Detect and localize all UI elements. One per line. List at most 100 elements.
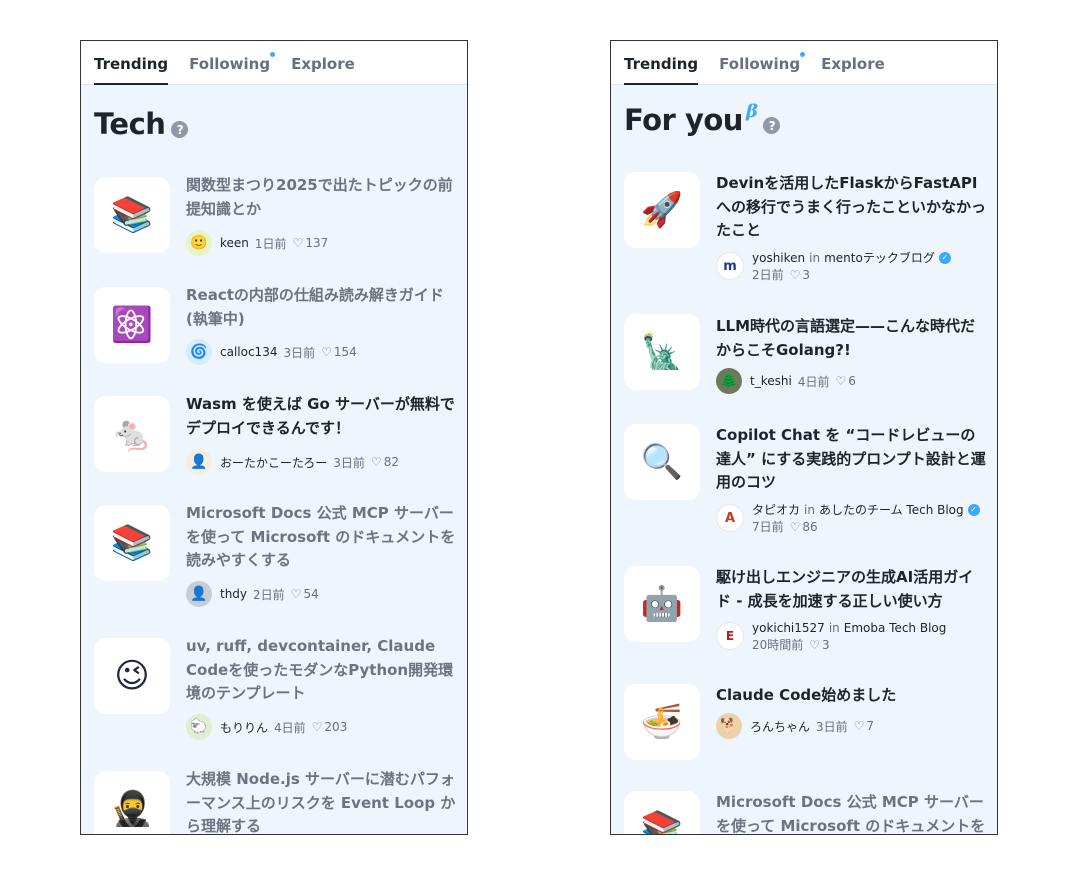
article-meta: E yokichi1527 in Emoba Tech Blog 20時間前 ♡ 3 [716,619,946,653]
publication-name[interactable]: あしたのチーム Tech Blog [819,501,964,518]
tab-trending[interactable]: Trending [94,55,169,85]
article-emoji-icon: 🤖 [624,566,700,642]
tab-following[interactable]: Following [719,52,806,84]
article-title[interactable]: Microsoft Docs 公式 MCP サーバーを使って Microsoft… [186,502,458,573]
section-title: For you β ? [624,101,781,137]
article-emoji-icon: ⚛️ [94,287,170,363]
article-emoji-icon: 📚 [624,791,700,834]
article-emoji-icon: 😉 [94,638,170,714]
article-emoji-icon: 🚀 [624,172,700,248]
like-count: 3 [822,637,830,652]
tab-explore[interactable]: Explore [291,55,355,84]
page-title: Tech [94,107,166,141]
like-count: 82 [383,455,399,469]
author-name[interactable]: タピオカ [752,501,800,518]
avatar[interactable]: 🐕 [716,713,742,739]
heart-icon: ♡ [290,587,302,601]
in-label: in [804,502,815,517]
help-icon[interactable]: ? [171,121,189,138]
heart-icon: ♡ [321,345,332,359]
article-title[interactable]: LLM時代の言語選定——こんな時代だからこそGolang?! [716,315,988,362]
tab-explore[interactable]: Explore [821,55,885,84]
feed-tabs: Trending Following Explore [81,41,467,85]
avatar[interactable]: A [716,504,744,532]
post-date: 2日前 [752,268,784,282]
heart-icon: ♡ [835,374,847,388]
tab-following-label: Following [719,55,801,73]
article-title[interactable]: Claude Code始めました [716,684,988,708]
post-date: 3日前 [283,345,316,360]
post-date: 1日前 [254,236,287,251]
author-name[interactable]: thdy [220,587,247,601]
avatar[interactable]: E [716,622,744,650]
tab-following[interactable]: Following [189,52,276,84]
author-name[interactable]: おーたかこーたろー [220,454,327,471]
avatar[interactable]: 🙂 [186,230,212,256]
article-emoji-icon: 📚 [94,505,170,581]
publication-name[interactable]: Emoba Tech Blog [844,621,947,635]
avatar[interactable]: 👤 [186,581,212,607]
verified-icon: ✓ [967,503,980,516]
author-name[interactable]: yokichi1527 [752,621,825,635]
tab-following-label: Following [189,55,271,73]
article-emoji-icon: 🔍 [624,424,700,500]
author-name[interactable]: ろんちゃん [750,718,810,735]
article-emoji-icon: 🥷 [94,771,170,834]
post-date: 4日前 [274,720,306,735]
like-count: 6 [848,374,856,388]
article-title[interactable]: 関数型まつり2025で出たトピックの前提知識とか [186,174,458,221]
article-title[interactable]: uv, ruff, devcontainer, Claude Codeを使ったモ… [186,635,458,706]
new-dot-indicator [270,52,276,57]
article-title[interactable]: 大規模 Node.js サーバーに潜むパフォーマンス上のリスクを Event L… [186,768,458,834]
article-title[interactable]: Devinを活用したFlaskからFastAPIへの移行でうまく行ったこといかな… [716,172,988,243]
post-date: 4日前 [797,374,830,389]
author-name[interactable]: calloc134 [220,345,277,359]
avatar[interactable]: m [716,252,744,280]
avatar[interactable]: 🌀 [186,339,212,365]
like-count: 54 [303,587,319,601]
article-emoji-icon: 🍜 [624,684,700,760]
article-meta: 👤 おーたかこーたろー 3日前 ♡ 82 [186,449,399,475]
article-meta: 👤 thdy 2日前 ♡ 54 [186,581,319,607]
heart-icon: ♡ [809,637,821,652]
in-label: in [809,250,821,265]
like-count: 203 [324,720,348,734]
section-title: Tech ? [94,107,189,141]
article-meta: A タピオカ in あしたのチーム Tech Blog ✓ 7日前 ♡ 86 [716,501,980,535]
like-count: 154 [333,345,357,359]
author-name[interactable]: もりりん [220,719,268,736]
post-date: 3日前 [333,455,365,470]
article-title[interactable]: Copilot Chat を “コードレビューの達人” にする実践的プロンプト設… [716,424,988,495]
heart-icon: ♡ [292,236,304,250]
heart-icon: ♡ [370,455,382,469]
help-icon[interactable]: ? [763,117,781,134]
new-dot-indicator [800,52,806,57]
post-date: 2日前 [253,587,285,602]
page-title: For you [624,103,743,137]
article-meta: 🐕 ろんちゃん 3日前 ♡ 7 [716,713,874,739]
article-meta: 🙂 keen 1日前 ♡ 137 [186,230,328,256]
in-label: in [828,620,840,635]
publication-name[interactable]: mentoテックブログ [824,249,935,266]
article-title[interactable]: Reactの内部の仕組み読み解きガイド(執筆中) [186,284,458,331]
article-title[interactable]: 駆け出しエンジニアの生成AI活用ガイド - 成長を加速する正しい使い方 [716,566,988,613]
article-meta: m yoshiken in mentoテックブログ ✓ 2日前 ♡ 3 [716,249,951,283]
article-title[interactable]: Microsoft Docs 公式 MCP サーバーを使って Microsoft… [716,791,988,834]
avatar[interactable]: 🐑 [186,714,212,740]
verified-icon: ✓ [938,251,951,264]
feed-tabs: Trending Following Explore [611,41,997,85]
like-count: 7 [866,719,875,733]
article-emoji-icon: 🗽 [624,314,700,390]
heart-icon: ♡ [311,720,323,734]
avatar[interactable]: 👤 [186,449,212,475]
author-name[interactable]: yoshiken [752,251,805,265]
author-name[interactable]: t_keshi [750,374,792,388]
left-feed-panel: Trending Following Explore Tech ? 📚 関数型ま… [80,40,468,835]
tab-trending[interactable]: Trending [624,55,699,85]
article-title[interactable]: Wasm を使えば Go サーバーが無料でデプロイできるんです！ [186,393,458,440]
like-count: 86 [802,519,818,534]
avatar[interactable]: 🌲 [716,368,742,394]
article-meta: 🐑 もりりん 4日前 ♡ 203 [186,714,347,740]
author-name[interactable]: keen [220,236,249,250]
article-meta: 🌀 calloc134 3日前 ♡ 154 [186,339,357,365]
